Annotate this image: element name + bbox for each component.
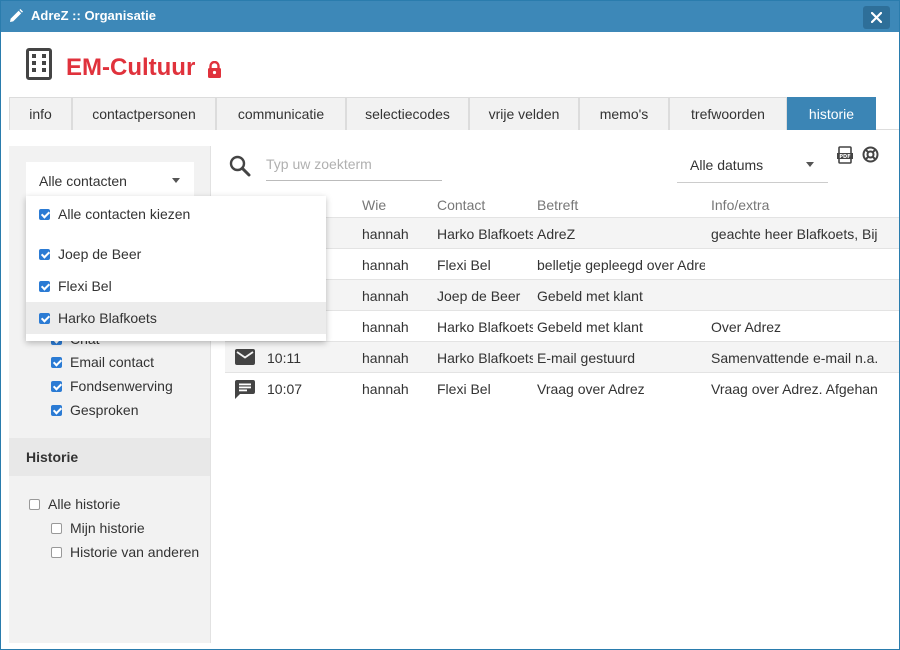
- caret-down-icon: [806, 162, 814, 167]
- column-header-wie: Wie: [362, 197, 387, 213]
- contact-dropdown-menu: Alle contacten kiezen Joep de Beer Flexi…: [26, 196, 326, 341]
- window-title: AdreZ :: Organisatie: [31, 8, 156, 23]
- tab-memos[interactable]: memo's: [579, 97, 669, 130]
- tab-selectiecodes[interactable]: selectiecodes: [346, 97, 469, 130]
- checkbox-empty-icon: [29, 499, 40, 510]
- column-header-info: Info/extra: [711, 197, 770, 213]
- checkbox-checked-icon: [39, 249, 50, 260]
- organisation-window: AdreZ :: Organisatie EM-Cultuur info con…: [0, 0, 900, 650]
- pencil-icon: [10, 9, 23, 22]
- organisation-header: EM-Cultuur: [1, 32, 899, 97]
- search-input[interactable]: [266, 150, 436, 178]
- tab-info[interactable]: info: [9, 97, 72, 130]
- tab-vrije-velden[interactable]: vrije velden: [469, 97, 579, 130]
- search-input-wrapper: [266, 150, 442, 181]
- tab-contactpersonen[interactable]: contactpersonen: [72, 97, 216, 130]
- checkbox-empty-icon: [51, 547, 62, 558]
- dropdown-item-flexi-bel[interactable]: Flexi Bel: [26, 270, 326, 302]
- table-row[interactable]: hannah Harko Blafkoets AdreZ geachte hee…: [225, 217, 899, 248]
- svg-text:PDF: PDF: [839, 154, 850, 160]
- table-row[interactable]: hannah Joep de Beer Gebeld met klant: [225, 279, 899, 310]
- tab-communicatie[interactable]: communicatie: [216, 97, 346, 130]
- table-row[interactable]: 10:07 hannah Flexi Bel Vraag over Adrez …: [225, 372, 899, 403]
- checkbox-checked-icon: [51, 405, 62, 416]
- checkbox-checked-icon: [51, 381, 62, 392]
- checkbox-checked-icon: [39, 209, 50, 220]
- table-row[interactable]: hannah Flexi Bel belletje gepleegd over …: [225, 248, 899, 279]
- search-icon: [229, 155, 251, 177]
- history-panel: Alle datums PDF Wie Contact Betreft Info…: [225, 146, 899, 643]
- dropdown-item-joep-de-beer[interactable]: Joep de Beer: [26, 238, 326, 270]
- column-header-contact: Contact: [437, 197, 486, 213]
- organisation-name: EM-Cultuur: [66, 54, 196, 81]
- lifebuoy-icon[interactable]: [862, 146, 879, 163]
- lock-icon: [208, 61, 221, 78]
- checkbox-checked-icon: [51, 357, 62, 368]
- tab-bar: info contactpersonen communicatie select…: [9, 97, 899, 130]
- close-button[interactable]: [863, 6, 890, 29]
- table-row[interactable]: hannah Harko Blafkoets Gebeld met klant …: [225, 310, 899, 341]
- contact-select[interactable]: Alle contacten: [26, 162, 194, 199]
- dropdown-item-harko-blafkoets[interactable]: Harko Blafkoets: [26, 302, 326, 334]
- email-icon: [235, 349, 255, 365]
- pdf-icon[interactable]: PDF: [837, 146, 853, 164]
- caret-down-icon: [172, 178, 180, 183]
- date-select[interactable]: Alle datums: [677, 147, 828, 183]
- tab-historie[interactable]: historie: [787, 97, 876, 130]
- tab-trefwoorden[interactable]: trefwoorden: [669, 97, 787, 130]
- dropdown-item-alle-contacten[interactable]: Alle contacten kiezen: [26, 198, 326, 230]
- checkbox-empty-icon: [51, 523, 62, 534]
- checkbox-checked-icon: [39, 313, 50, 324]
- building-icon: [26, 48, 52, 80]
- title-bar: AdreZ :: Organisatie: [1, 1, 899, 32]
- table-row[interactable]: 10:11 hannah Harko Blafkoets E-mail gest…: [225, 341, 899, 372]
- column-header-betreft: Betreft: [537, 197, 579, 213]
- historie-section-heading: Historie: [9, 438, 210, 476]
- checkbox-checked-icon: [39, 281, 50, 292]
- chat-icon: [235, 380, 255, 399]
- close-icon: [871, 12, 882, 23]
